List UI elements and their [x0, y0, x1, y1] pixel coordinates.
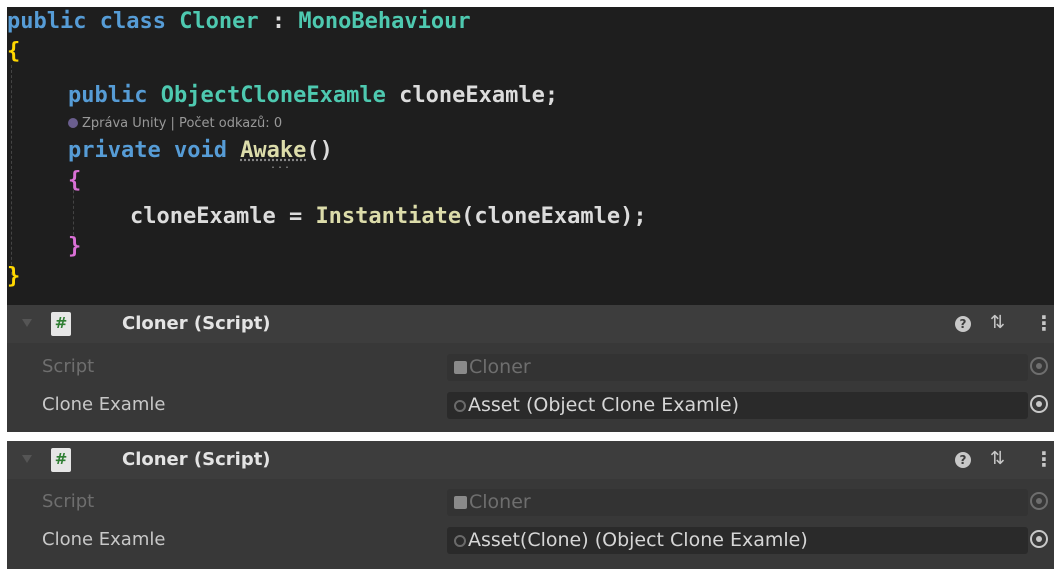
presets-icon[interactable]: ⇅	[990, 312, 1005, 333]
script-object-field: Cloner	[447, 489, 1028, 516]
component-title: Cloner (Script)	[122, 449, 271, 470]
property-row-clone-examle: Clone Examle Asset(Clone) (Object Clone …	[7, 524, 1054, 556]
unity-icon	[68, 118, 78, 128]
help-icon[interactable]: ?	[955, 316, 971, 332]
code-line-8[interactable]: }	[7, 262, 20, 292]
object-picker-icon	[1030, 357, 1048, 375]
asset-icon	[454, 400, 466, 412]
code-editor[interactable]: public class Cloner : MonoBehaviour { pu…	[7, 7, 1054, 305]
script-icon	[454, 496, 467, 509]
script-file-icon: #	[51, 312, 71, 336]
suggestion-dots[interactable]: ...	[270, 160, 291, 171]
component-body: Script Cloner Clone Examle Asset (Object…	[7, 343, 1054, 432]
context-menu-icon[interactable]: ⋮	[1034, 311, 1054, 335]
object-picker-icon[interactable]	[1030, 530, 1048, 548]
component-body: Script Cloner Clone Examle Asset(Clone) …	[7, 479, 1054, 569]
property-label: Script	[42, 356, 95, 377]
presets-icon[interactable]: ⇅	[990, 448, 1005, 469]
property-label: Clone Examle	[42, 529, 166, 550]
foldout-arrow-icon[interactable]	[22, 319, 32, 327]
cloner-component-1: # Cloner (Script) ? ⇅ ⋮ Script Cloner Cl…	[7, 305, 1054, 432]
clone-examle-object-field[interactable]: Asset(Clone) (Object Clone Examle)	[447, 527, 1028, 554]
property-label: Clone Examle	[42, 394, 166, 415]
property-row-clone-examle: Clone Examle Asset (Object Clone Examle)	[7, 389, 1054, 421]
cloner-component-2: # Cloner (Script) ? ⇅ ⋮ Script Cloner Cl…	[7, 441, 1054, 569]
code-line-5[interactable]: {	[68, 166, 81, 196]
script-file-icon: #	[51, 448, 71, 472]
component-title: Cloner (Script)	[122, 313, 271, 334]
property-row-script: Script Cloner	[7, 486, 1054, 518]
property-row-script: Script Cloner	[7, 351, 1054, 383]
help-icon[interactable]: ?	[955, 452, 971, 468]
script-object-field: Cloner	[447, 354, 1028, 381]
code-line-1[interactable]: public class Cloner : MonoBehaviour	[7, 7, 471, 37]
codelens[interactable]: Zpráva Unity | Počet odkazů: 0	[68, 114, 282, 134]
code-line-4[interactable]: private void Awake()	[68, 136, 333, 166]
component-header[interactable]: # Cloner (Script) ? ⇅ ⋮	[7, 305, 1054, 343]
code-line-3[interactable]: public ObjectCloneExamle cloneExamle;	[68, 81, 558, 111]
code-line-7[interactable]: }	[68, 232, 81, 262]
component-header[interactable]: # Cloner (Script) ? ⇅ ⋮	[7, 441, 1054, 479]
property-label: Script	[42, 491, 95, 512]
codelens-text[interactable]: Zpráva Unity | Počet odkazů: 0	[82, 116, 282, 131]
context-menu-icon[interactable]: ⋮	[1034, 447, 1054, 471]
object-picker-icon	[1030, 492, 1048, 510]
object-picker-icon[interactable]	[1030, 395, 1048, 413]
asset-icon	[454, 535, 466, 547]
indent-guide	[11, 65, 12, 275]
code-line-6[interactable]: cloneExamle = Instantiate(cloneExamle);	[130, 202, 647, 232]
code-line-2[interactable]: {	[7, 37, 20, 67]
clone-examle-object-field[interactable]: Asset (Object Clone Examle)	[447, 392, 1028, 419]
script-icon	[454, 361, 467, 374]
foldout-arrow-icon[interactable]	[22, 455, 32, 463]
